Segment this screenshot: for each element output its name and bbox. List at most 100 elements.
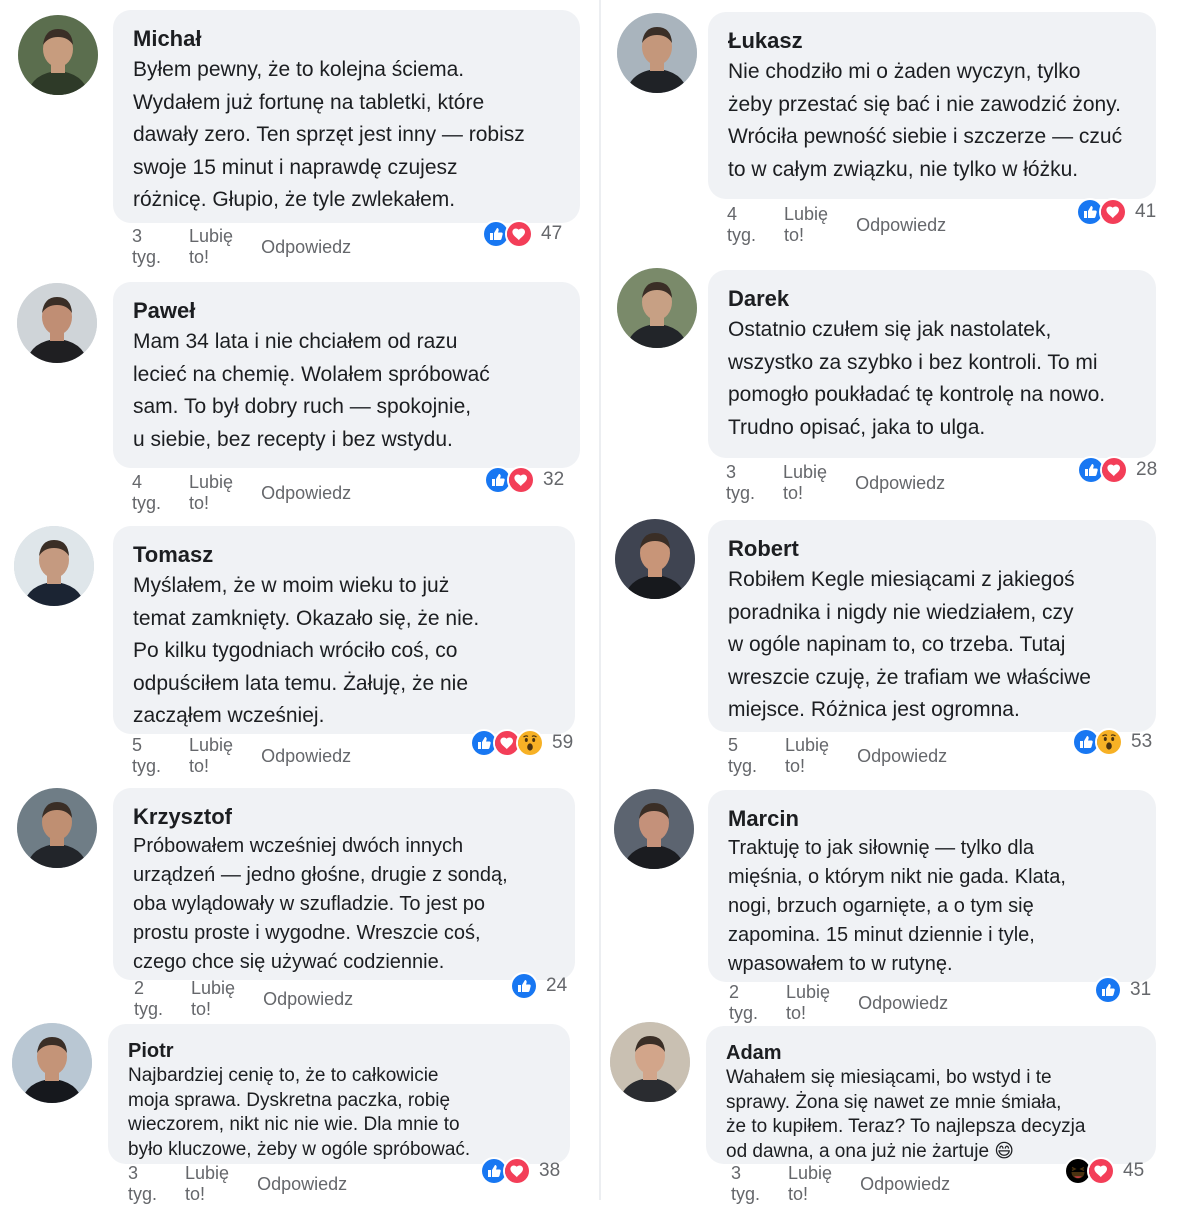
comment-bubble: Michał Byłem pewny, że to kolejna ściema…	[113, 10, 580, 223]
avatar[interactable]	[12, 1023, 92, 1103]
reaction-summary[interactable]: 31	[1094, 976, 1151, 1004]
comment-time: 3 tyg.	[128, 1163, 158, 1204]
comment-author[interactable]: Piotr	[128, 1038, 550, 1064]
like-button[interactable]: Lubię to!	[788, 1163, 832, 1205]
reply-button[interactable]: Odpowiedz	[261, 483, 351, 504]
reply-button[interactable]: Odpowiedz	[858, 993, 948, 1014]
reply-button[interactable]: Odpowiedz	[263, 989, 353, 1010]
reply-button[interactable]: Odpowiedz	[261, 746, 351, 767]
reaction-count: 32	[543, 469, 565, 490]
reaction-count: 59	[552, 732, 574, 753]
comment-text: Robiłem Kegle miesiącami z jakiegoś pora…	[728, 568, 1091, 721]
heart-icon	[1087, 1157, 1115, 1185]
comment-time: 3 tyg.	[132, 226, 162, 267]
reaction-summary[interactable]: 41	[1076, 198, 1156, 226]
reaction-summary[interactable]: 24	[510, 972, 567, 1000]
comment-text: Myślałem, że w moim wieku to już temat z…	[133, 574, 480, 727]
comment-author[interactable]: Michał	[133, 24, 560, 54]
like-button[interactable]: Lubię to!	[189, 226, 233, 268]
avatar[interactable]	[610, 1022, 690, 1102]
reaction-summary[interactable]: 28	[1077, 456, 1157, 484]
like-button[interactable]: Lubię to!	[783, 462, 827, 504]
reaction-icons	[480, 1157, 531, 1185]
comment-bubble: Robert Robiłem Kegle miesiącami z jakieg…	[708, 520, 1156, 732]
comment-author[interactable]: Robert	[728, 534, 1136, 564]
comment-time: 2 tyg.	[729, 982, 759, 1023]
reaction-icons	[510, 972, 538, 1000]
comment-text: Byłem pewny, że to kolejna ściema. Wydał…	[133, 58, 525, 211]
heart-icon	[503, 1157, 531, 1185]
comment-meta: 4 tyg. Lubię to! Odpowiedz	[132, 472, 379, 514]
reaction-icons	[470, 729, 544, 757]
comment-bubble: Paweł Mam 34 lata i nie chciałem od razu…	[113, 282, 580, 468]
comment-bubble: Darek Ostatnio czułem się jak nastolatek…	[708, 270, 1156, 458]
comment-bubble: Adam Wahałem się miesiącami, bo wstyd i …	[706, 1026, 1156, 1164]
reaction-summary[interactable]: 45	[1064, 1157, 1144, 1185]
reply-button[interactable]: Odpowiedz	[261, 237, 351, 258]
comment-meta: 2 tyg. Lubię to! Odpowiedz	[729, 982, 976, 1024]
comment-meta: 3 tyg. Lubię to! Odpowiedz	[731, 1163, 978, 1205]
comment-text: Ostatnio czułem się jak nastolatek, wszy…	[728, 318, 1106, 439]
comment-bubble: Krzysztof Próbowałem wcześniej dwóch inn…	[113, 788, 575, 980]
avatar[interactable]	[617, 13, 697, 93]
comment-time: 2 tyg.	[134, 978, 164, 1019]
reaction-summary[interactable]: 32	[484, 466, 564, 494]
reaction-icons	[482, 220, 533, 248]
comment-time: 4 tyg.	[727, 204, 757, 245]
reaction-icons	[484, 466, 535, 494]
comment-meta: 3 tyg. Lubię to! Odpowiedz	[726, 462, 973, 504]
reaction-count: 41	[1135, 201, 1157, 222]
reply-button[interactable]: Odpowiedz	[855, 473, 945, 494]
comment-bubble: Tomasz Myślałem, że w moim wieku to już …	[113, 526, 575, 734]
avatar[interactable]	[17, 788, 97, 868]
comment-text: Nie chodziło mi o żaden wyczyn, tylko że…	[728, 60, 1123, 181]
reaction-count: 53	[1131, 731, 1153, 752]
reply-button[interactable]: Odpowiedz	[856, 215, 946, 236]
like-button[interactable]: Lubię to!	[189, 735, 233, 777]
comment-author[interactable]: Paweł	[133, 296, 560, 326]
like-button[interactable]: Lubię to!	[189, 472, 233, 514]
comment-meta: 3 tyg. Lubię to! Odpowiedz	[132, 226, 379, 268]
reply-button[interactable]: Odpowiedz	[257, 1174, 347, 1195]
wow-face-icon	[1095, 728, 1123, 756]
comment-bubble: Marcin Traktuję to jak siłownię — tylko …	[708, 790, 1156, 982]
avatar[interactable]	[614, 789, 694, 869]
comment-meta: 3 tyg. Lubię to! Odpowiedz	[128, 1163, 375, 1205]
comment-author[interactable]: Darek	[728, 284, 1136, 314]
reply-button[interactable]: Odpowiedz	[857, 746, 947, 767]
reaction-count: 38	[539, 1160, 561, 1181]
thumbs-up-icon	[510, 972, 538, 1000]
comment-time: 3 tyg.	[726, 462, 756, 503]
avatar[interactable]	[17, 283, 97, 363]
comment-text: Próbowałem wcześniej dwóch innych urządz…	[133, 835, 508, 973]
avatar[interactable]	[615, 519, 695, 599]
comment-author[interactable]: Krzysztof	[133, 802, 555, 832]
thumbs-up-icon	[1094, 976, 1122, 1004]
reaction-icons	[1072, 728, 1123, 756]
like-button[interactable]: Lubię to!	[185, 1163, 229, 1205]
comment-author[interactable]: Łukasz	[728, 26, 1136, 56]
wow-face-icon	[516, 729, 544, 757]
reaction-count: 24	[546, 975, 568, 996]
avatar[interactable]	[14, 526, 94, 606]
comment-time: 5 tyg.	[728, 735, 758, 776]
like-button[interactable]: Lubię to!	[191, 978, 235, 1020]
like-button[interactable]: Lubię to!	[786, 982, 830, 1024]
comment-meta: 2 tyg. Lubię to! Odpowiedz	[134, 978, 381, 1020]
comment-author[interactable]: Tomasz	[133, 540, 555, 570]
reaction-count: 31	[1130, 979, 1152, 1000]
like-button[interactable]: Lubię to!	[785, 735, 829, 777]
reaction-icons	[1077, 456, 1128, 484]
reaction-summary[interactable]: 53	[1072, 728, 1152, 756]
reaction-icons	[1076, 198, 1127, 226]
reaction-summary[interactable]: 59	[470, 729, 573, 757]
reaction-summary[interactable]: 38	[480, 1157, 560, 1185]
comment-author[interactable]: Marcin	[728, 804, 1136, 834]
reaction-summary[interactable]: 47	[482, 220, 562, 248]
comment-author[interactable]: Adam	[726, 1040, 1136, 1066]
avatar[interactable]	[617, 268, 697, 348]
reaction-icons	[1064, 1157, 1115, 1185]
reply-button[interactable]: Odpowiedz	[860, 1174, 950, 1195]
like-button[interactable]: Lubię to!	[784, 204, 828, 246]
avatar[interactable]	[18, 15, 98, 95]
